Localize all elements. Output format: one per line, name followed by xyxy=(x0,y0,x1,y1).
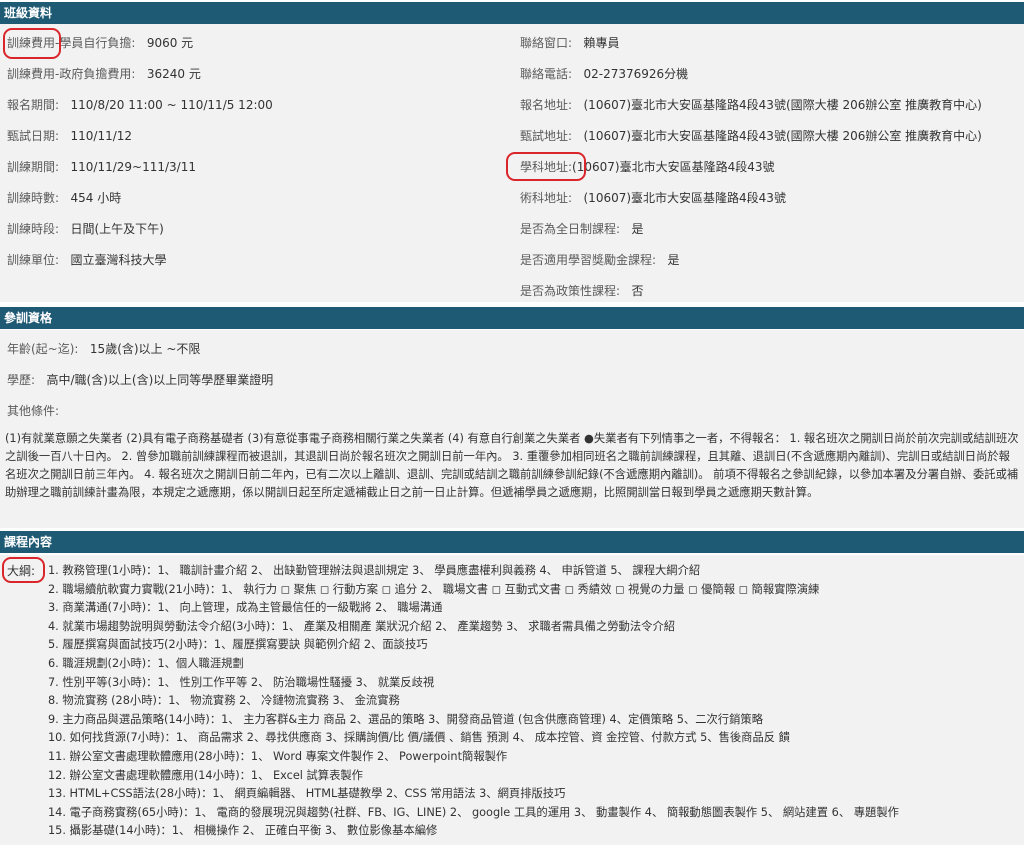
field-registration-period: 報名期間: 110/8/20 11:00 ~ 110/11/5 12:00 xyxy=(7,98,273,112)
section-header-class-info: 班級資料 xyxy=(0,2,1024,24)
section-header-qualification: 參訓資格 xyxy=(0,307,1024,329)
field-training-period: 訓練期間: 110/11/29~111/3/11 xyxy=(7,160,196,174)
field-exam-address: 甄試地址: (10607)臺北市大安區基隆路4段43號(國際大樓 206辦公室 … xyxy=(520,129,982,143)
outline-item: 15. 攝影基礎(14小時)：1、 相機操作 2、 正確白平衡 3、 數位影像基… xyxy=(48,824,438,838)
section-header-course-content: 課程內容 xyxy=(0,531,1024,553)
field-training-hours: 訓練時數: 454 小時 xyxy=(7,191,122,205)
field-practical-address: 術科地址: (10607)臺北市大安區基隆路4段43號 xyxy=(520,191,786,205)
field-training-unit: 訓練單位: 國立臺灣科技大學 xyxy=(7,253,167,267)
field-learning-incentive: 是否適用學習獎勵金課程: 是 xyxy=(520,253,680,267)
outline-item: 4. 就業市場趨勢說明與勞動法令介紹(3小時)：1、 產業及相關產 業狀況介紹 … xyxy=(48,619,676,633)
field-policy-course: 是否為政策性課程: 否 xyxy=(520,284,644,298)
outline-item: 2. 職場續航軟實力實戰(21小時)：1、 執行力 ◻ 聚焦 ◻ 行動方案 ◻ … xyxy=(48,582,820,596)
outline-item: 11. 辦公室文書處理軟體應用(28小時)：1、 Word 專案文件製作 2、 … xyxy=(48,749,508,763)
highlight-training-fee xyxy=(3,28,61,59)
outline-item: 3. 商業溝通(7小時)：1、 向上管理，成為主管最信任的一級戰將 2、 職場溝… xyxy=(48,601,443,615)
qualification-age: 年齡(起~迄): 15歲(含)以上 ~不限 xyxy=(7,342,201,356)
qualification-other-text: (1)有就業意願之失業者 (2)具有電子商務基礎者 (3)有意從事電子商務相關行… xyxy=(5,432,1019,499)
outline-item: 7. 性別平等(3小時)：1、 性別工作平等 2、 防治職場性騷擾 3、 就業反… xyxy=(48,675,435,689)
field-contact-phone: 聯絡電話: 02-27376926分機 xyxy=(520,67,689,81)
qualification-education: 學歷: 高中/職(含)以上(含)以上同等學歷畢業證明 xyxy=(7,373,274,387)
outline-item: 9. 主力商品與選品策略(14小時)：1、 主力客群&主力 商品 2、選品的策略… xyxy=(48,712,763,726)
outline-item: 14. 電子商務實務(65小時)：1、 電商的發展現況與趨勢(社群、FB、IG、… xyxy=(48,805,899,819)
field-registration-address: 報名地址: (10607)臺北市大安區基隆路4段43號(國際大樓 206辦公室 … xyxy=(520,98,982,112)
outline-item: 8. 物流實務 (28小時)：1、 物流實務 2、 冷鏈物流實務 3、 金流實務 xyxy=(48,694,400,708)
outline-item: 5. 履歷撰寫與面試技巧(2小時)：1、履歷撰寫要訣 與範例介紹 2、面談技巧 xyxy=(48,638,428,652)
outline-item: 6. 職涯規劃(2小時)：1、個人職涯規劃 xyxy=(48,656,244,670)
outline-item: 13. HTML+CSS語法(28小時)：1、 網頁編輯器、 HTML基礎教學 … xyxy=(48,787,566,801)
outline-item: 10. 如何找貨源(7小時)：1、 商品需求 2、尋找供應商 3、採購詢價/比 … xyxy=(48,731,790,745)
field-exam-date: 甄試日期: 110/11/12 xyxy=(7,129,133,143)
outline-list: 1. 教務管理(1小時)：1、 職訓計畫介紹 2、 出缺勤管理辦法與退訓規定 3… xyxy=(48,562,899,841)
outline-item: 1. 教務管理(1小時)：1、 職訓計畫介紹 2、 出缺勤管理辦法與退訓規定 3… xyxy=(48,564,701,577)
highlight-outline xyxy=(2,557,45,583)
field-government-fee: 訓練費用-政府負擔費用: 36240 元 xyxy=(7,67,201,81)
field-training-time-slot: 訓練時段: 日間(上午及下午) xyxy=(7,222,164,236)
highlight-academic-address xyxy=(506,152,586,181)
field-full-time-course: 是否為全日制課程: 是 xyxy=(520,222,644,236)
qualification-other-label: 其他條件: xyxy=(7,404,60,418)
field-contact-person: 聯絡窗口: 賴專員 xyxy=(520,36,620,50)
outline-item: 12. 辦公室文書處理軟體應用(14小時)：1、 Excel 試算表製作 xyxy=(48,768,363,782)
